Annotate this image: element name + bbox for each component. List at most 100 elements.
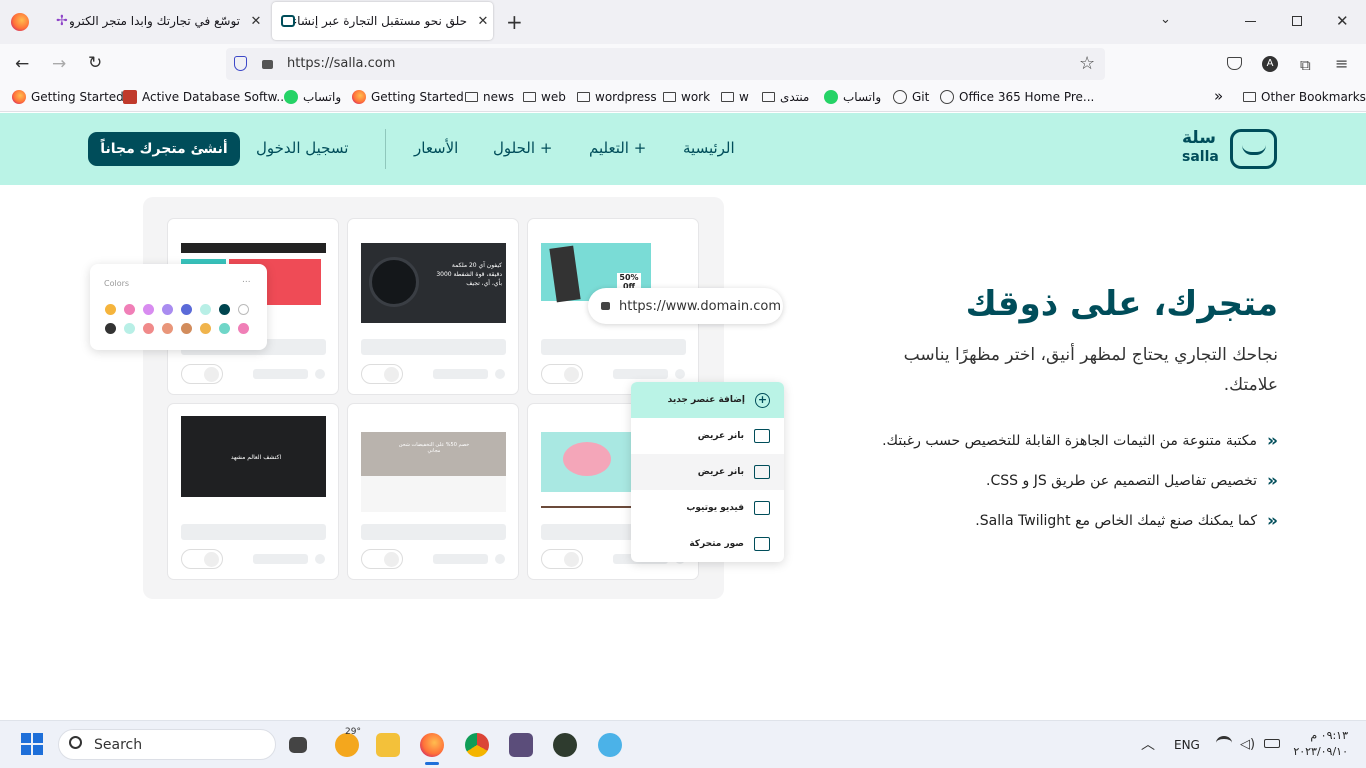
hs-app-icon[interactable]: [553, 733, 577, 757]
firefox-taskbar-icon[interactable]: [420, 733, 444, 757]
taskbar-search[interactable]: Search: [58, 729, 276, 760]
theme-preview-image: كيفون آي 20 ملكمة دقيقة، قوة الشفطة 3000…: [361, 243, 506, 323]
color-swatch[interactable]: [124, 323, 135, 334]
color-swatch[interactable]: [200, 304, 211, 315]
theme-preview-image: خصم 50% على التخفيضات شحن مجاني: [361, 432, 506, 512]
bookmarks-overflow-icon[interactable]: »: [1214, 87, 1223, 105]
color-swatch[interactable]: [143, 304, 154, 315]
create-store-button[interactable]: أنشئ متجرك مجاناً: [88, 132, 240, 166]
color-swatch[interactable]: [238, 304, 249, 315]
more-icon[interactable]: ...: [242, 275, 251, 285]
task-view-icon[interactable]: [289, 737, 307, 753]
color-swatch[interactable]: [181, 304, 192, 315]
theme-card[interactable]: اكتشف العالم مشهد: [167, 403, 339, 580]
panel-item[interactable]: فيديو يوتيوب: [631, 490, 784, 526]
colors-title: Colors: [104, 279, 130, 288]
domain-text: https://www.domain.com: [619, 298, 782, 314]
colors-panel: Colors ...: [90, 264, 267, 350]
back-icon[interactable]: ←: [15, 54, 29, 74]
other-bookmarks[interactable]: Other Bookmarks: [1243, 90, 1366, 104]
theme-card[interactable]: كيفون آي 20 ملكمة دقيقة، قوة الشفطة 3000…: [347, 218, 519, 395]
bookmark-item[interactable]: work: [663, 90, 710, 104]
bookmark-item[interactable]: Git: [893, 90, 929, 104]
bookmark-item[interactable]: wordpress: [577, 90, 657, 104]
theme-card[interactable]: خصم 50% على التخفيضات شحن مجاني: [347, 403, 519, 580]
wifi-icon[interactable]: [1216, 736, 1232, 750]
bookmark-item[interactable]: منتدى: [762, 90, 809, 104]
close-tab-icon[interactable]: ✕: [246, 14, 266, 29]
restore-icon[interactable]: [1292, 16, 1302, 26]
add-new-element[interactable]: إضافة عنصر جديد +: [631, 382, 784, 418]
minimize-icon[interactable]: [1245, 21, 1256, 22]
color-swatch[interactable]: [219, 323, 230, 334]
color-swatch[interactable]: [181, 323, 192, 334]
tab-active[interactable]: حلق نحو مستقبل التجارة عبر إنشاء ✕: [272, 2, 493, 40]
color-swatch[interactable]: [219, 304, 230, 315]
color-swatch[interactable]: [238, 323, 249, 334]
color-swatch[interactable]: [143, 323, 154, 334]
tracking-shield-icon[interactable]: [234, 56, 247, 71]
app-menu-icon[interactable]: ≡: [1335, 54, 1348, 73]
windows-start-icon[interactable]: [21, 733, 43, 755]
show-hidden-icons[interactable]: ︿: [1141, 734, 1155, 754]
nav-home[interactable]: الرئيسية: [683, 139, 735, 157]
close-window-icon[interactable]: ✕: [1336, 12, 1349, 30]
bookmark-star-icon[interactable]: ☆: [1079, 53, 1095, 74]
salla-logo[interactable]: سلة salla: [1180, 127, 1280, 171]
firefox-icon: [12, 90, 26, 104]
bookmark-item[interactable]: w: [721, 90, 749, 104]
list-tabs-icon[interactable]: ⌄: [1160, 12, 1171, 27]
bookmark-item[interactable]: Active Database Softw...: [123, 90, 288, 104]
bookmark-item[interactable]: Getting Started: [352, 90, 464, 104]
clock-date[interactable]: ٢٠٢٣/٠٩/١٠: [1290, 745, 1348, 758]
theme-preview-image: اكتشف العالم مشهد: [181, 416, 326, 497]
color-swatch[interactable]: [200, 323, 211, 334]
bookmark-item[interactable]: web: [523, 90, 566, 104]
feature-text: كما يمكنك صنع ثيمك الخاص مع Salla Twilig…: [975, 513, 1258, 529]
lock-icon[interactable]: [262, 60, 273, 69]
file-explorer-icon[interactable]: [376, 733, 400, 757]
forward-icon[interactable]: →: [52, 54, 66, 74]
nav-learning[interactable]: التعليم +: [589, 139, 646, 157]
folder-icon: [523, 92, 536, 102]
extensions-icon[interactable]: ⧉: [1300, 56, 1311, 74]
nav-login[interactable]: تسجيل الدخول: [256, 139, 348, 157]
color-swatch[interactable]: [105, 304, 116, 315]
panel-item[interactable]: صور متحركة: [631, 526, 784, 562]
language-indicator[interactable]: ENG: [1174, 738, 1200, 752]
nav-solutions[interactable]: الحلول +: [493, 139, 552, 157]
image-banner-icon: [754, 465, 770, 479]
bookmark-item[interactable]: news: [465, 90, 514, 104]
account-avatar[interactable]: A: [1262, 56, 1278, 72]
chrome-icon[interactable]: [465, 733, 489, 757]
color-swatch[interactable]: [162, 323, 173, 334]
media-player-icon[interactable]: [509, 733, 533, 757]
bookmark-item[interactable]: واتساب: [284, 90, 341, 104]
bookmark-item[interactable]: Getting Started: [12, 90, 124, 104]
panel-item[interactable]: بانر عريض: [631, 418, 784, 454]
feature-item: « تخصيص تفاصيل التصميم عن طريق JS و CSS.: [986, 471, 1278, 491]
nav-pricing[interactable]: الأسعار: [414, 139, 458, 157]
close-tab-icon[interactable]: ✕: [473, 14, 493, 29]
color-swatch[interactable]: [162, 304, 173, 315]
battery-icon[interactable]: [1264, 739, 1280, 748]
bookmark-item[interactable]: واتساب: [824, 90, 881, 104]
globe-icon: [893, 90, 907, 104]
banner-icon: [754, 429, 770, 443]
paint-app-icon[interactable]: [598, 733, 622, 757]
feature-text: تخصيص تفاصيل التصميم عن طريق JS و CSS.: [986, 473, 1258, 489]
color-swatch[interactable]: [124, 304, 135, 315]
tab-title: توسّع في تجارتك وابدا متجر الكترو: [70, 14, 240, 28]
url-bar[interactable]: https://salla.com ☆: [226, 48, 1105, 80]
panel-item[interactable]: بانر عريض: [631, 454, 784, 490]
url-text[interactable]: https://salla.com: [287, 56, 395, 71]
bookmark-item[interactable]: Office 365 Home Pre...: [940, 90, 1094, 104]
clock-time[interactable]: ٠٩:١٣ م: [1296, 729, 1348, 742]
pocket-icon[interactable]: [1227, 57, 1242, 70]
tab-inactive[interactable]: ✢ توسّع في تجارتك وابدا متجر الكترو ✕: [48, 2, 266, 40]
reload-icon[interactable]: ↻: [88, 53, 102, 73]
volume-icon[interactable]: ◁): [1240, 737, 1255, 752]
new-tab-button[interactable]: +: [506, 10, 523, 34]
color-swatch[interactable]: [105, 323, 116, 334]
firefox-menu-icon[interactable]: [11, 13, 29, 31]
